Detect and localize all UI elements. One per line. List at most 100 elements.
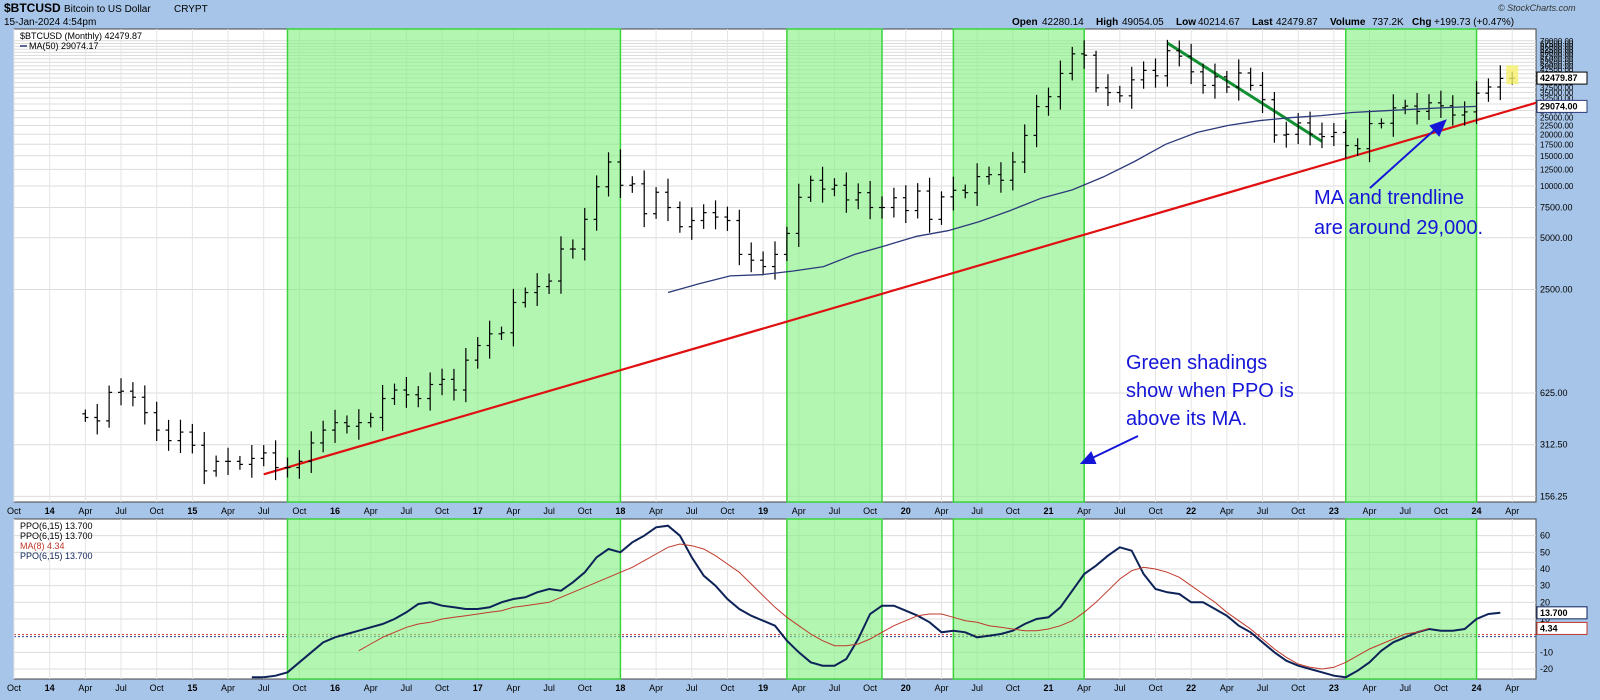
ppo-x-tick-label: Jul (401, 683, 413, 693)
exchange: CRYPT (174, 4, 208, 15)
ppo-x-tick-label: Oct (7, 683, 22, 693)
price-x-tick-label: Apr (1077, 506, 1091, 516)
ppo-y-tick-label: -20 (1540, 664, 1553, 674)
price-y-tick-label: 312.50 (1540, 440, 1568, 450)
ppo-x-tick-label: Apr (1363, 683, 1377, 693)
ppo-x-tick-label: Apr (506, 683, 520, 693)
price-x-tick-label: Jul (971, 506, 983, 516)
low-label: Low (1176, 17, 1196, 28)
price-x-tick-label: Oct (1006, 506, 1021, 516)
ppo-x-tick-label: 24 (1472, 683, 1482, 693)
price-x-tick-label: Oct (720, 506, 735, 516)
last-price-tag: 42479.87 (1536, 71, 1588, 85)
ma-note-line2: are around 29,000. (1314, 217, 1483, 239)
price-x-tick-label: 16 (330, 506, 340, 516)
price-x-tick-label: Oct (1434, 506, 1449, 516)
ppo-y-tick-label: 30 (1540, 581, 1550, 591)
ppo-x-tick-label: Oct (150, 683, 165, 693)
ppo-x-tick-label: Oct (578, 683, 593, 693)
price-x-tick-label: 23 (1329, 506, 1339, 516)
price-x-tick-label: Apr (221, 506, 235, 516)
ppo-x-tick-label: Apr (364, 683, 378, 693)
ppo-y-tick-label: -10 (1540, 647, 1553, 657)
ppo-x-tick-label: Apr (792, 683, 806, 693)
ppo-x-tick-label: Apr (221, 683, 235, 693)
price-x-tick-label: Jul (401, 506, 413, 516)
ma50-tag: 29074.00 (1536, 99, 1588, 113)
price-y-tick-label: 17500.00 (1540, 140, 1574, 149)
price-y-tick-label: 2500.00 (1540, 284, 1573, 294)
price-x-tick-label: Jul (1399, 506, 1411, 516)
shade-note-line3: above its MA. (1126, 408, 1247, 430)
chg-label: Chg (1412, 17, 1431, 28)
ppo-x-tick-label: 22 (1186, 683, 1196, 693)
ppo-x-tick-label: Oct (863, 683, 878, 693)
price-x-tick-label: Jul (1114, 506, 1126, 516)
price-x-tick-label: Oct (150, 506, 165, 516)
price-x-tick-label: Apr (934, 506, 948, 516)
ppo-x-tick-label: Apr (1505, 683, 1519, 693)
ppo-tag-text: 13.700 (1540, 608, 1568, 618)
price-y-tick-label: 70000.00 (1540, 37, 1574, 46)
ppo-x-tick-label: Oct (1434, 683, 1449, 693)
price-x-tick-label: Jul (115, 506, 127, 516)
ppo-x-tick-label: Apr (78, 683, 92, 693)
price-x-tick-label: 18 (615, 506, 625, 516)
ppo-x-tick-label: 14 (45, 683, 55, 693)
price-x-tick-label: 14 (45, 506, 55, 516)
price-shading-band (952, 28, 1085, 503)
ppo-tag: 13.700 (1536, 606, 1588, 620)
price-x-tick-label: Apr (1505, 506, 1519, 516)
price-x-tick-label: 24 (1472, 506, 1482, 516)
open-value: 42280.14 (1042, 17, 1084, 28)
price-x-tick-label: 15 (187, 506, 197, 516)
price-x-tick-label: Oct (435, 506, 450, 516)
last-value: 42479.87 (1276, 17, 1318, 28)
volume-value: 737.2K (1372, 17, 1404, 28)
price-shading-band (786, 28, 883, 503)
ppo-x-tick-label: Oct (292, 683, 307, 693)
brand: © StockCharts.com (1498, 3, 1576, 13)
ma-note-line1: MA and trendline (1314, 187, 1464, 209)
ppo-x-tick-label: 16 (330, 683, 340, 693)
ppo-y-tick-label: 50 (1540, 547, 1550, 557)
chart-date: 15-Jan-2024 4:54pm (4, 17, 96, 28)
volume-label: Volume (1330, 17, 1366, 28)
open-label: Open (1012, 17, 1038, 28)
high-label: High (1096, 17, 1118, 28)
price-x-tick-label: Oct (1291, 506, 1306, 516)
ppo-shading-band (1345, 518, 1478, 680)
price-x-tick-label: 21 (1043, 506, 1053, 516)
price-y-tick-label: 12500.00 (1540, 165, 1574, 174)
ppo-x-tick-label: Oct (1291, 683, 1306, 693)
low-value: 40214.67 (1198, 17, 1240, 28)
price-y-tick-label: 5000.00 (1540, 233, 1573, 243)
shade-note-line1: Green shadings (1126, 352, 1267, 374)
ppo-x-tick-label: Jul (115, 683, 127, 693)
ppo-y-tick-label: 60 (1540, 531, 1550, 541)
price-x-tick-label: 22 (1186, 506, 1196, 516)
ppo-y-tick-label: 40 (1540, 564, 1550, 574)
price-x-tick-label: Jul (686, 506, 698, 516)
price-x-tick-label: Oct (1148, 506, 1163, 516)
price-x-tick-label: Apr (506, 506, 520, 516)
legend-ma: MA(50) 29074.17 (29, 41, 99, 51)
ppo-x-tick-label: 20 (901, 683, 911, 693)
price-x-tick-label: Apr (1220, 506, 1234, 516)
legend-ppo-line2: PPO(6,15) 13.700 (20, 551, 93, 561)
price-x-tick-label: Oct (863, 506, 878, 516)
ppo-ma-tag-text: 4.34 (1540, 623, 1558, 633)
chg-value: +199.73 (+0.47%) (1434, 17, 1514, 28)
last-price-tag-text: 42479.87 (1540, 73, 1578, 83)
price-y-tick-label: 10000.00 (1540, 182, 1574, 191)
price-shading-band (286, 28, 622, 503)
ppo-x-tick-label: Oct (720, 683, 735, 693)
ppo-x-tick-label: Jul (829, 683, 841, 693)
ppo-panel (13, 518, 1537, 680)
price-x-tick-label: 20 (901, 506, 911, 516)
legend-ppo-line: PPO(6,15) 13.700 (20, 531, 93, 541)
price-y-tick-label: 22500.00 (1540, 122, 1574, 131)
price-y-tick-label: 15000.00 (1540, 152, 1574, 161)
high-value: 49054.05 (1122, 17, 1164, 28)
legend-ppo-title: PPO(6,15) 13.700 (20, 521, 93, 531)
